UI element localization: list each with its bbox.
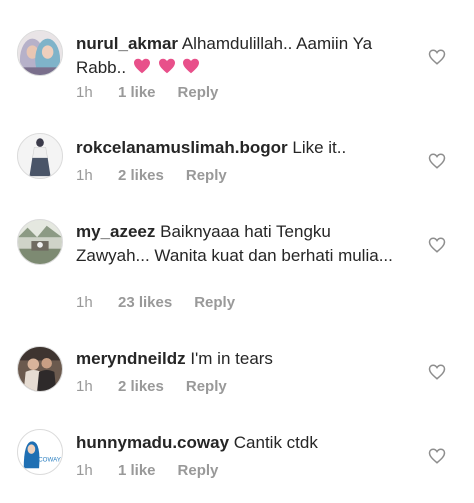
heart-outline-icon — [428, 237, 446, 253]
comment-body: Like it.. — [292, 138, 347, 157]
reply-button[interactable]: Reply — [178, 461, 219, 481]
pink-heart-icon — [183, 58, 200, 74]
comment-username[interactable]: nurul_akmar — [76, 34, 178, 53]
like-button[interactable] — [428, 152, 446, 170]
avatar-couple-photo-icon — [18, 347, 62, 391]
comment-likes[interactable]: 23 likes — [118, 293, 172, 313]
avatar[interactable] — [17, 30, 63, 76]
comment-meta: 1h 23 likes Reply — [76, 293, 235, 313]
comment-time: 1h — [76, 84, 93, 101]
heart-outline-icon — [428, 364, 446, 380]
comment-time: 1h — [76, 294, 93, 311]
like-button[interactable] — [428, 447, 446, 465]
comment-likes[interactable]: 2 likes — [118, 166, 164, 186]
comment-meta: 1h 1 like Reply — [76, 83, 218, 103]
comment-meta: 1h 1 like Reply — [76, 461, 218, 481]
comment-text: rokcelanamuslimah.bogor Like it.. — [76, 136, 402, 160]
reply-button[interactable]: Reply — [194, 293, 235, 313]
avatar-fashion-figure-icon — [18, 134, 62, 178]
heart-outline-icon — [428, 49, 446, 65]
comment-username[interactable]: hunnymadu.coway — [76, 433, 229, 452]
avatar[interactable] — [17, 346, 63, 392]
comment-time: 1h — [76, 167, 93, 184]
comment-meta: 1h 2 likes Reply — [76, 166, 227, 186]
comment-body: I'm in tears — [190, 349, 273, 368]
avatar-garden-scene-icon — [18, 220, 62, 264]
pink-heart-icon — [133, 58, 150, 74]
comment-username[interactable]: meryndneildz — [76, 349, 186, 368]
avatar[interactable]: COWAY — [17, 429, 63, 475]
pink-heart-icon — [158, 58, 175, 74]
avatar[interactable] — [17, 133, 63, 179]
comment-text: my_azeez Baiknyaaa hati Tengku Zawyah...… — [76, 220, 402, 268]
comment-likes[interactable]: 1 like — [118, 461, 156, 481]
avatar-label: COWAY — [38, 457, 61, 464]
comment-likes[interactable]: 1 like — [118, 83, 156, 103]
comment-username[interactable]: rokcelanamuslimah.bogor — [76, 138, 288, 157]
like-button[interactable] — [428, 48, 446, 66]
avatar-hijab-women-icon — [18, 31, 62, 75]
comment-time: 1h — [76, 378, 93, 395]
avatar-coway-logo-icon: COWAY — [18, 430, 62, 474]
reply-button[interactable]: Reply — [186, 377, 227, 397]
like-button[interactable] — [428, 236, 446, 254]
reply-button[interactable]: Reply — [178, 83, 219, 103]
comment-text: hunnymadu.coway Cantik ctdk — [76, 431, 402, 455]
heart-outline-icon — [428, 448, 446, 464]
avatar[interactable] — [17, 219, 63, 265]
comment-time: 1h — [76, 462, 93, 479]
comment-likes[interactable]: 2 likes — [118, 377, 164, 397]
comment-text: meryndneildz I'm in tears — [76, 347, 402, 371]
comment-body: Cantik ctdk — [233, 433, 318, 452]
comment-text: nurul_akmar Alhamdulillah.. Aamiin Ya Ra… — [76, 32, 402, 80]
comment-meta: 1h 2 likes Reply — [76, 377, 227, 397]
comment-username[interactable]: my_azeez — [76, 222, 155, 241]
reply-button[interactable]: Reply — [186, 166, 227, 186]
like-button[interactable] — [428, 363, 446, 381]
heart-outline-icon — [428, 153, 446, 169]
